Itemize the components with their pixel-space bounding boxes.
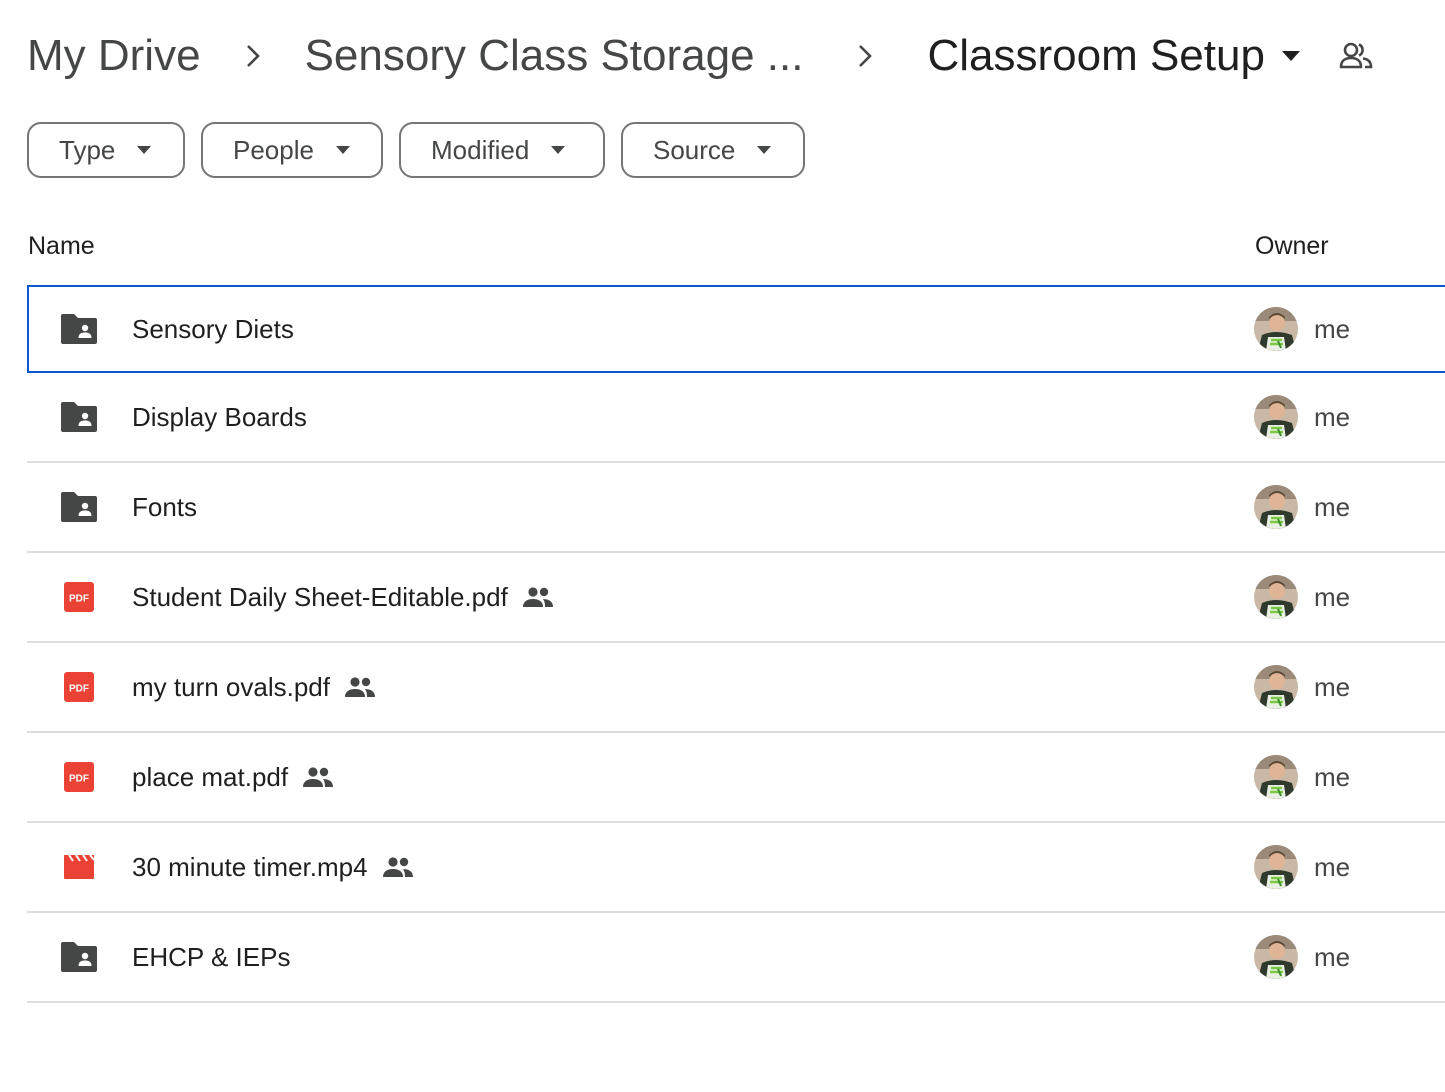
video-icon [60,849,98,885]
filter-modified-button[interactable]: Modified [399,122,605,178]
owner-name: me [1314,671,1351,702]
breadcrumb-parent-folder[interactable]: Sensory Class Storage ... [305,24,804,88]
filter-people-button[interactable]: People [201,122,383,178]
filter-source-label: Source [653,134,736,165]
owner-avatar [1254,575,1298,619]
filter-people-label: People [233,134,314,165]
owner-name: me [1314,581,1351,612]
file-name: EHCP & IEPs [132,941,291,972]
caret-down-icon [137,146,152,154]
file-row[interactable]: PDF place mat.pdf me [27,733,1445,823]
owner-name: me [1314,313,1351,344]
shared-folder-people-icon[interactable] [1339,42,1373,70]
owner-avatar [1254,485,1298,529]
chevron-right-icon [803,43,927,69]
pdf-icon: PDF [60,579,98,615]
owner-avatar [1254,665,1298,709]
shared-people-icon [344,676,376,698]
owner-cell: me [1254,287,1350,371]
owner-cell: me [1254,643,1350,731]
file-row[interactable]: PDF my turn ovals.pdf me [27,643,1445,733]
owner-name: me [1314,941,1351,972]
file-list: Sensory Diets me Display Boards me Fonts [27,285,1445,1003]
drive-folder-view: My Drive Sensory Class Storage ... Class… [0,0,1445,1092]
file-name: Sensory Diets [132,313,294,344]
owner-cell: me [1254,913,1350,1001]
breadcrumb-my-drive[interactable]: My Drive [27,24,201,88]
file-name: Student Daily Sheet-Editable.pdf [132,581,508,612]
pdf-icon: PDF [60,669,98,705]
owner-avatar [1254,755,1298,799]
owner-name: me [1314,851,1351,882]
pdf-icon: PDF [60,759,98,795]
caret-down-icon [551,146,566,154]
breadcrumb-current-folder[interactable]: Classroom Setup [927,24,1300,88]
file-name-cell: 30 minute timer.mp4 [132,823,414,911]
file-name-cell: EHCP & IEPs [132,913,290,1001]
filter-modified-label: Modified [431,134,530,165]
file-name-cell: place mat.pdf [132,733,334,821]
file-row[interactable]: Display Boards me [27,373,1445,463]
file-name-cell: my turn ovals.pdf [132,643,376,731]
pdf-badge-text: PDF [69,774,89,785]
file-row[interactable]: Sensory Diets me [27,285,1445,373]
chevron-right-icon [201,43,305,69]
filter-source-button[interactable]: Source [621,122,805,178]
shared-people-icon [302,766,334,788]
shared-people-icon [522,586,554,608]
column-header-name[interactable]: Name [28,232,95,261]
shared-folder-icon [60,939,98,975]
current-folder-title: Classroom Setup [927,31,1265,80]
file-name: Display Boards [132,401,307,432]
owner-name: me [1314,491,1351,522]
pdf-badge-text: PDF [69,594,89,605]
owner-avatar [1254,395,1298,439]
caret-down-icon [1281,46,1301,66]
file-name: 30 minute timer.mp4 [132,851,368,882]
shared-folder-icon [60,399,98,435]
owner-avatar [1254,307,1298,351]
column-header-owner[interactable]: Owner [1255,232,1329,261]
shared-folder-icon [60,311,98,347]
file-name: Fonts [132,491,198,522]
owner-avatar [1254,845,1298,889]
caret-down-icon [335,146,350,154]
file-row[interactable]: PDF Student Daily Sheet-Editable.pdf me [27,553,1445,643]
file-list-header: Name Owner [28,222,1445,274]
shared-folder-icon [60,489,98,525]
owner-name: me [1314,401,1351,432]
file-name-cell: Display Boards [132,373,307,461]
file-name-cell: Fonts [132,463,197,551]
file-name-cell: Student Daily Sheet-Editable.pdf [132,553,554,641]
breadcrumb: My Drive Sensory Class Storage ... Class… [27,24,1373,88]
owner-cell: me [1254,373,1350,461]
filter-type-label: Type [59,134,116,165]
owner-avatar [1254,935,1298,979]
file-name: place mat.pdf [132,761,289,792]
file-row[interactable]: EHCP & IEPs me [27,913,1445,1003]
shared-people-icon [382,856,414,878]
file-row[interactable]: Fonts me [27,463,1445,553]
file-name: my turn ovals.pdf [132,671,330,702]
filter-type-button[interactable]: Type [27,122,185,178]
file-name-cell: Sensory Diets [132,287,294,371]
owner-cell: me [1254,553,1350,641]
filter-bar: Type People Modified Source [27,122,805,178]
caret-down-icon [757,146,772,154]
pdf-badge-text: PDF [69,684,89,695]
file-row[interactable]: 30 minute timer.mp4 me [27,823,1445,913]
owner-cell: me [1254,823,1350,911]
owner-cell: me [1254,733,1350,821]
owner-cell: me [1254,463,1350,551]
owner-name: me [1314,761,1351,792]
